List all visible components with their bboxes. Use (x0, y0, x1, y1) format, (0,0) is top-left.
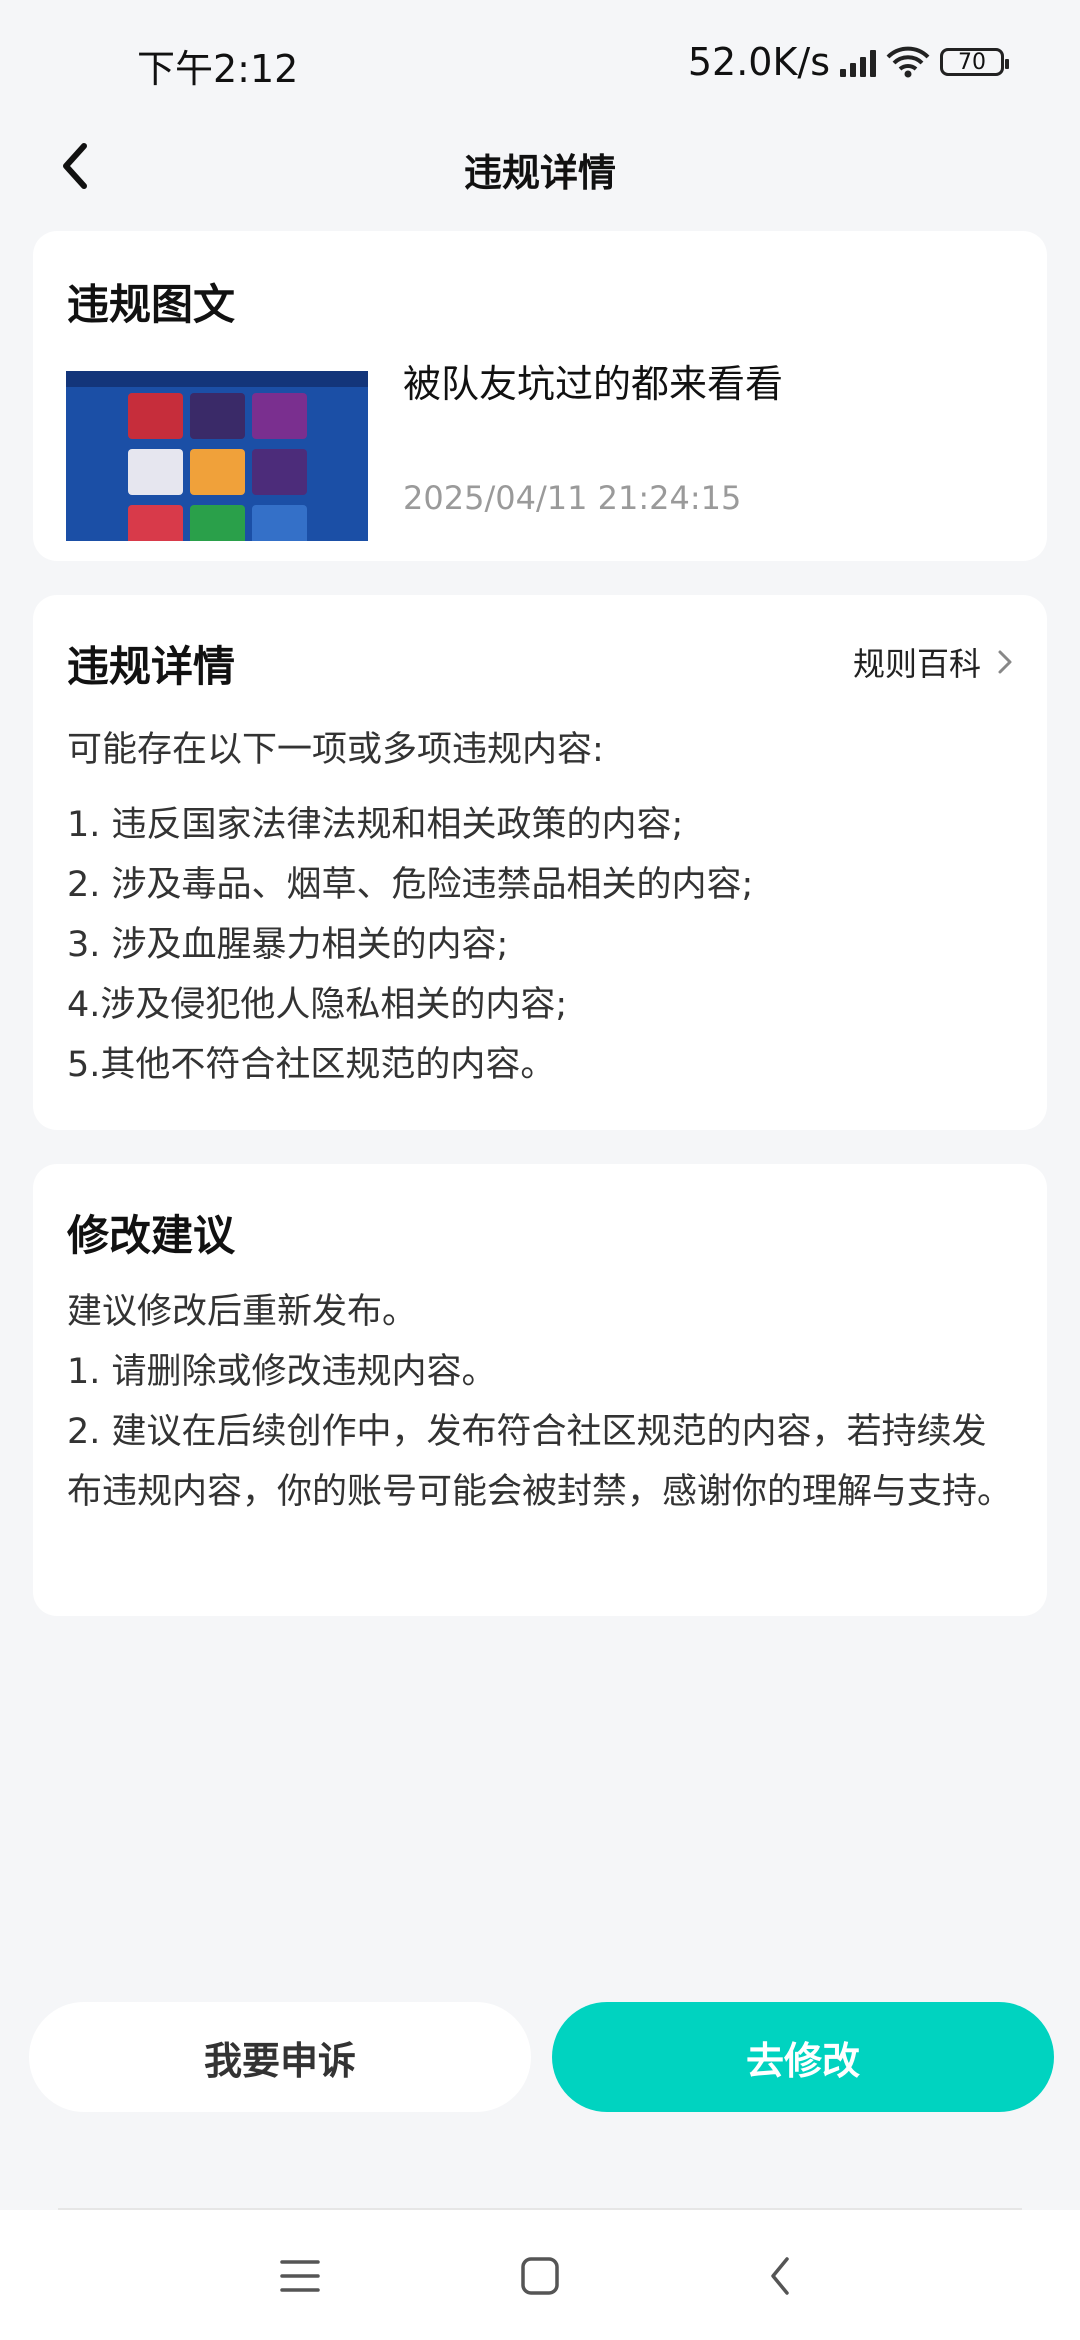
status-bar: 下午2:12 52.0K/s 70 (0, 0, 1080, 120)
list-item: 5.其他不符合社区规范的内容。 (67, 1045, 556, 1085)
list-item: 3. 涉及血腥暴力相关的内容; (67, 925, 509, 965)
post-thumbnail[interactable] (66, 371, 368, 541)
section-title-content: 违规图文 (67, 280, 236, 329)
chevron-right-icon (998, 650, 1012, 674)
rules-wiki-link[interactable]: 规则百科 (853, 639, 1013, 685)
wifi-icon (886, 46, 930, 78)
system-nav-bar (0, 2210, 1080, 2340)
suggestion-text: 建议修改后重新发布。 1. 请删除或修改违规内容。 2. 建议在后续创作中，发布… (67, 1292, 1013, 1512)
home-icon (521, 2257, 559, 2295)
signal-icon (840, 47, 876, 77)
violation-intro: 可能存在以下一项或多项违规内容: (67, 730, 604, 770)
status-icons: 52.0K/s 70 (687, 38, 1009, 86)
rules-wiki-label: 规则百科 (852, 645, 981, 683)
nav-bar: 违规详情 (0, 120, 1080, 210)
violation-list: 1. 违反国家法律法规和相关政策的内容; 2. 涉及毒品、烟草、危险违禁品相关的… (67, 795, 753, 1095)
home-button[interactable] (510, 2246, 570, 2306)
network-speed: 52.0K/s (687, 40, 830, 84)
section-title-detail: 违规详情 (67, 642, 236, 691)
back-icon (771, 2257, 789, 2295)
menu-icon (280, 2260, 320, 2292)
modify-button[interactable]: 去修改 (552, 2002, 1054, 2112)
post-title[interactable]: 被队友坑过的都来看看 (403, 353, 783, 408)
battery-icon: 70 (940, 48, 1009, 76)
status-time: 下午2:12 (137, 47, 299, 91)
list-item: 4.涉及侵犯他人隐私相关的内容; (67, 985, 568, 1025)
appeal-button[interactable]: 我要申诉 (29, 2002, 531, 2112)
list-item: 1. 违反国家法律法规和相关政策的内容; (67, 805, 684, 845)
system-back-button[interactable] (750, 2246, 810, 2306)
menu-button[interactable] (270, 2246, 330, 2306)
list-item: 2. 涉及毒品、烟草、危险违禁品相关的内容; (67, 865, 754, 905)
violation-content-card: 违规图文 被队友坑过的都来看看 2025/04/11 21:24:15 (33, 231, 1047, 561)
post-timestamp: 2025/04/11 21:24:15 (403, 479, 742, 517)
section-title-suggestion: 修改建议 (67, 1211, 236, 1260)
suggestion-card: 修改建议 建议修改后重新发布。 1. 请删除或修改违规内容。 2. 建议在后续创… (33, 1164, 1047, 1616)
violation-detail-card: 违规详情 规则百科 可能存在以下一项或多项违规内容: 1. 违反国家法律法规和相… (33, 595, 1047, 1130)
page-title: 违规详情 (463, 151, 616, 195)
